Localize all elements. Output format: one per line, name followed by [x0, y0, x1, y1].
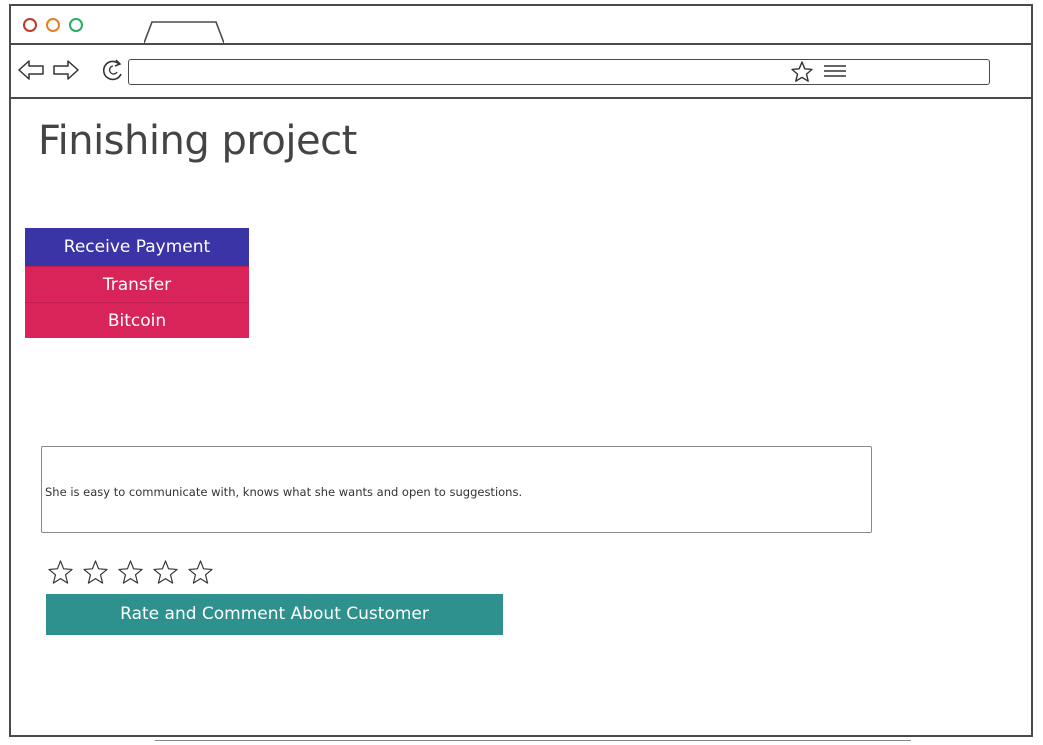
title-bar	[11, 6, 1031, 45]
back-arrow-icon[interactable]	[17, 58, 45, 82]
receive-payment-button[interactable]: Receive Payment	[25, 228, 249, 266]
star-icon[interactable]	[152, 559, 179, 586]
close-window-button[interactable]	[23, 18, 37, 32]
maximize-window-button[interactable]	[69, 18, 83, 32]
payment-options: Receive Payment Transfer Bitcoin	[25, 228, 249, 338]
minimize-window-button[interactable]	[46, 18, 60, 32]
star-icon[interactable]	[82, 559, 109, 586]
star-icon[interactable]	[47, 559, 74, 586]
forward-arrow-icon[interactable]	[52, 58, 80, 82]
comment-textarea[interactable]: She is easy to communicate with, knows w…	[41, 446, 872, 533]
divider	[155, 740, 911, 741]
browser-tab[interactable]	[144, 21, 224, 43]
hamburger-menu-icon[interactable]	[824, 63, 846, 79]
star-icon[interactable]	[187, 559, 214, 586]
browser-toolbar	[11, 43, 1031, 99]
rate-and-comment-button[interactable]: Rate and Comment About Customer	[46, 594, 503, 635]
star-icon[interactable]	[117, 559, 144, 586]
address-bar[interactable]	[128, 59, 990, 85]
bitcoin-button[interactable]: Bitcoin	[25, 302, 249, 338]
reload-icon[interactable]	[99, 58, 127, 82]
transfer-button[interactable]: Transfer	[25, 266, 249, 302]
star-rating[interactable]	[47, 559, 214, 587]
page-title: Finishing project	[38, 118, 357, 164]
bookmark-star-icon[interactable]	[790, 60, 814, 84]
